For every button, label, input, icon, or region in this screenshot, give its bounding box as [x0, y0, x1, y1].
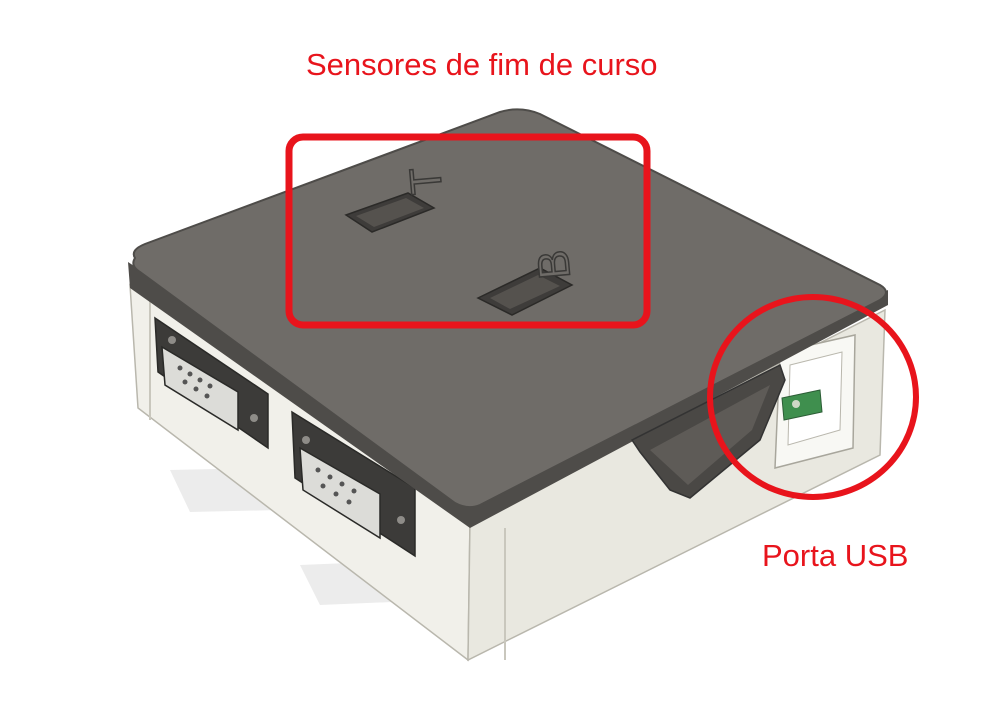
lid-marking-top: T	[401, 165, 452, 196]
device-illustration: T B	[0, 0, 1000, 708]
lid-marking-bottom: B	[529, 248, 580, 282]
sensors-annotation-label: Sensores de fim de curso	[306, 47, 658, 82]
usb-annotation-label: Porta USB	[762, 538, 909, 573]
